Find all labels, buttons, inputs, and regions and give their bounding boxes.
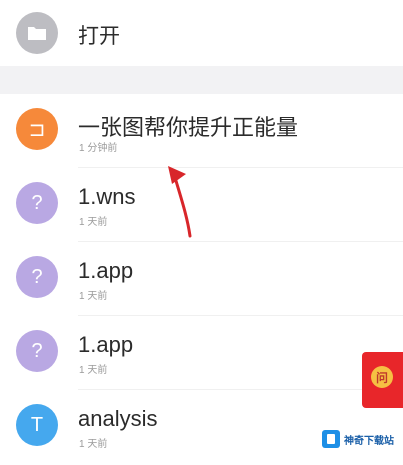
file-name: analysis bbox=[78, 406, 158, 431]
red-packet-button[interactable]: 问 bbox=[362, 352, 403, 408]
watermark-logo-icon bbox=[322, 430, 340, 448]
section-divider bbox=[0, 66, 403, 94]
red-arrow-annotation bbox=[168, 166, 192, 238]
file-name: 一张图帮你提升正能量 bbox=[78, 115, 299, 140]
file-time: 1 天前 bbox=[79, 365, 108, 376]
file-name: 1.app bbox=[78, 332, 134, 357]
red-packet-coin-icon: 问 bbox=[371, 366, 393, 388]
file-time: 1 天前 bbox=[79, 217, 108, 228]
unknown-file-icon: ? bbox=[16, 330, 58, 372]
file-name: 1.app bbox=[78, 258, 134, 283]
file-name: 1.wns bbox=[78, 184, 136, 209]
open-row[interactable]: 打开 bbox=[0, 0, 403, 66]
file-time: 1 分钟前 bbox=[79, 143, 118, 154]
list-item[interactable]: ⊐ 一张图帮你提升正能量 1 分钟前 bbox=[0, 94, 403, 168]
unknown-file-icon: ? bbox=[16, 256, 58, 298]
watermark: 神奇下载站 bbox=[322, 426, 400, 452]
file-icon: ⊐ bbox=[16, 108, 58, 150]
watermark-text: 神奇下载站 bbox=[344, 435, 394, 447]
list-item[interactable]: ? 1.app 1 天前 bbox=[0, 242, 403, 316]
open-label: 打开 bbox=[78, 25, 120, 48]
file-time: 1 天前 bbox=[79, 291, 108, 302]
unknown-file-icon: ? bbox=[16, 182, 58, 224]
file-time: 1 天前 bbox=[79, 439, 108, 450]
folder-icon bbox=[16, 12, 58, 54]
text-file-icon: T bbox=[16, 404, 58, 446]
list-item[interactable]: ? 1.app 1 天前 bbox=[0, 316, 403, 390]
